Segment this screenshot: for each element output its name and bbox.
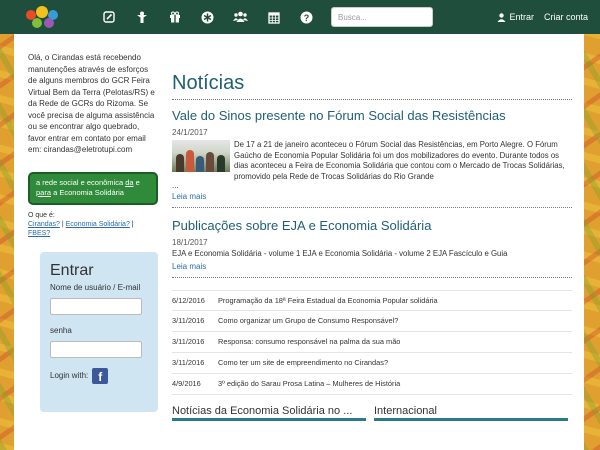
news-title[interactable]: Como ter um site de empreendimento no Ci… [218,358,388,367]
article: Vale do Sinos presente no Fórum Social d… [172,108,572,209]
news-date: 6/12/2016 [172,295,205,305]
main-content: Notícias Vale do Sinos presente no Fórum… [172,72,572,421]
link-economia-solidaria[interactable]: Economia Solidária? [66,221,130,228]
article-thumbnail[interactable] [172,140,230,172]
password-field[interactable] [50,340,142,358]
gift-icon[interactable] [158,0,191,34]
news-date: 3/11/2016 [172,337,205,347]
article-date: 24/1/2017 [172,128,208,137]
pencil-icon[interactable] [92,0,125,34]
news-list: 6/12/2016 Programação da 18ª Feira Estad… [172,289,572,395]
article: Publicações sobre EJA e Economia Solidár… [172,218,572,278]
news-row[interactable]: 3/11/2016 Como organizar um Grupo de Con… [172,311,572,332]
password-label: senha [50,325,72,335]
link-fbes[interactable]: FBES? [28,230,50,237]
login-link[interactable]: Entrar [497,12,534,22]
news-date: 3/11/2016 [172,316,205,326]
news-title[interactable]: 3º edição do Sarau Prosa Latina – Mulher… [218,379,400,388]
article-title[interactable]: Publicações sobre EJA e Economia Solidár… [172,218,572,233]
read-more-link[interactable]: Leia mais [172,262,572,271]
divider [172,276,572,278]
read-more-link[interactable]: Leia mais [172,192,572,201]
user-icon [497,12,506,22]
news-title[interactable]: Como organizar um Grupo de Consumo Respo… [218,316,398,325]
sidebar: Olá, o Cirandas está recebendo manutençõ… [28,52,158,412]
asterisk-icon[interactable] [191,0,224,34]
login-title: Entrar [50,261,94,279]
facebook-icon[interactable]: f [92,367,109,384]
users-icon[interactable] [224,0,257,34]
article-date: 18/1/2017 [172,238,208,248]
page-title: Notícias [172,72,572,100]
article-excerpt: De 17 a 21 de janeiro aconteceu o Fórum … [234,140,565,181]
divider [172,207,572,209]
page-content: Olá, o Cirandas está recebendo manutençõ… [14,34,584,450]
news-date: 3/11/2016 [172,358,205,368]
news-row[interactable]: 6/12/2016 Programação da 18ª Feira Estad… [172,289,572,311]
article-title[interactable]: Vale do Sinos presente no Fórum Social d… [172,108,572,123]
top-navbar: ? Entrar Criar conta [0,0,600,34]
news-row[interactable]: 4/9/2016 3º edição do Sarau Prosa Latina… [172,374,572,395]
username-field[interactable] [50,297,142,315]
news-row[interactable]: 3/11/2016 Como ter um site de empreendim… [172,353,572,374]
login-box: Entrar Nome de usuário / E-mail senha Lo… [40,251,158,412]
social-login: Login with: f [50,367,148,384]
maintenance-notice: Olá, o Cirandas está recebendo manutençõ… [28,53,155,154]
bottom-sections: Notícias da Economia Solidária no ... In… [172,405,572,421]
cirandas-logo[interactable] [22,4,64,30]
person-icon[interactable] [125,0,158,34]
tagline-box: a rede social e econômica da e para a Ec… [28,171,158,205]
question-icon[interactable]: ? [290,0,323,34]
svg-text:?: ? [304,13,310,23]
news-title[interactable]: Responsa: consumo responsável na palma d… [218,337,400,346]
link-cirandas[interactable]: Cirandas? [28,221,60,228]
article-ellipsis: ... [172,181,179,191]
section-title-internacional[interactable]: Internacional [374,405,568,421]
what-is-links: O que é: Cirandas? | Economia Solidária?… [28,211,134,237]
news-title[interactable]: Programação da 18ª Feira Estadual da Eco… [218,296,438,305]
search-input[interactable] [331,7,433,27]
calendar-icon[interactable] [257,0,290,34]
news-row[interactable]: 3/11/2016 Responsa: consumo responsável … [172,332,572,353]
username-label: Nome de usuário / E-mail [50,282,141,292]
section-title-economia[interactable]: Notícias da Economia Solidária no ... [172,405,366,421]
signup-link[interactable]: Criar conta [544,12,588,22]
news-date: 4/9/2016 [172,379,201,389]
article-excerpt: EJA e Economia Solidária - volume 1 EJA … [172,249,508,259]
